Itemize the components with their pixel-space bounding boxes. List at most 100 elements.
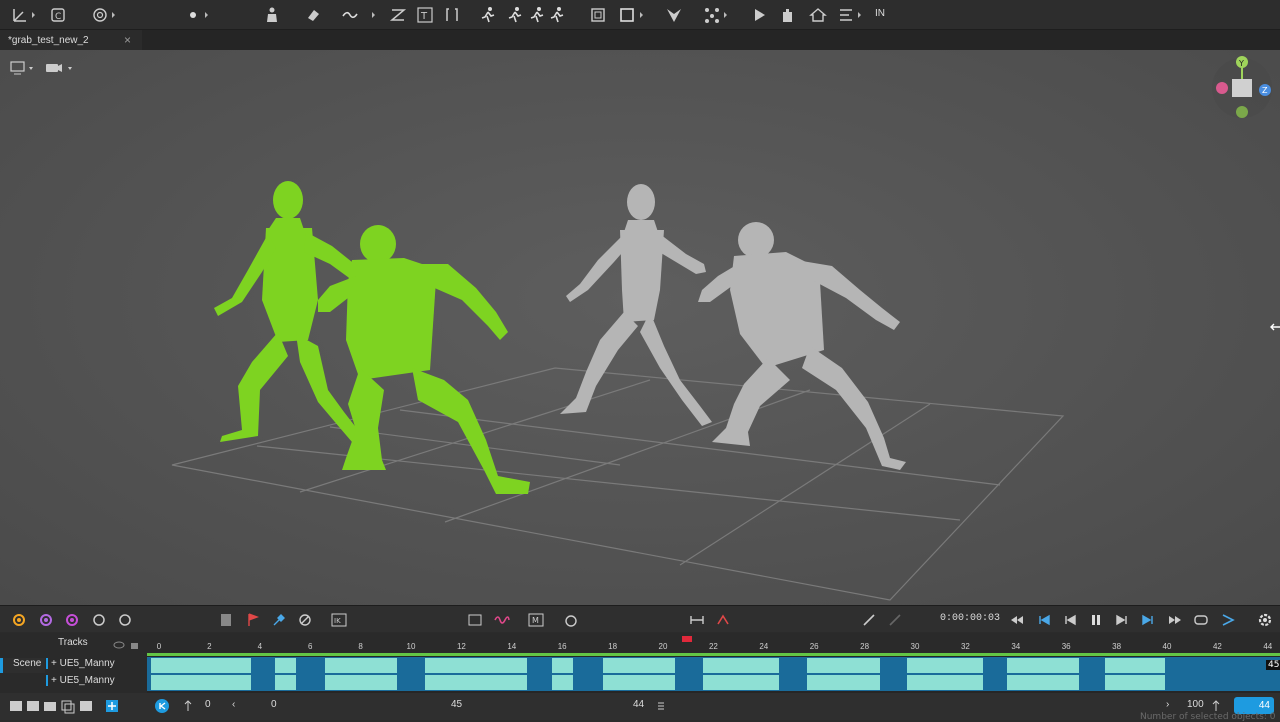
gear-purple-icon[interactable] bbox=[37, 611, 55, 629]
split-icon[interactable] bbox=[217, 611, 235, 629]
folder-icon[interactable] bbox=[42, 698, 58, 714]
key-segment[interactable] bbox=[603, 658, 675, 673]
prev-arrow[interactable]: ‹ bbox=[232, 699, 235, 710]
run-pose-3-icon[interactable] bbox=[527, 5, 547, 25]
skip-end-icon[interactable] bbox=[1139, 611, 1157, 629]
frame-icon[interactable] bbox=[588, 5, 608, 25]
track-label-manny-2[interactable]: + UE5_Manny bbox=[46, 675, 115, 686]
key-icon[interactable] bbox=[270, 611, 288, 629]
reload-icon[interactable] bbox=[90, 611, 108, 629]
next-frame-icon[interactable] bbox=[1113, 611, 1131, 629]
axis-tool-icon[interactable] bbox=[10, 5, 30, 25]
scene-label[interactable]: Scene bbox=[0, 658, 45, 673]
key-segment[interactable] bbox=[325, 675, 397, 690]
rewind-icon[interactable] bbox=[1008, 611, 1026, 629]
run-pose-2-icon[interactable] bbox=[505, 5, 525, 25]
key-segment[interactable] bbox=[1007, 658, 1079, 673]
key-segment[interactable] bbox=[703, 675, 779, 690]
no-icon[interactable] bbox=[296, 611, 314, 629]
gizmo-mode-icon[interactable]: C bbox=[48, 5, 68, 25]
align-icon[interactable] bbox=[836, 5, 856, 25]
save-icon[interactable] bbox=[8, 698, 24, 714]
run-pose-icon[interactable] bbox=[478, 5, 498, 25]
loop-icon[interactable] bbox=[1192, 611, 1210, 629]
key-segment[interactable] bbox=[703, 658, 779, 673]
play-shape-icon[interactable] bbox=[750, 5, 770, 25]
key-segment[interactable] bbox=[151, 675, 251, 690]
range-start-b-value[interactable]: 0 bbox=[271, 699, 277, 710]
point-icon[interactable] bbox=[185, 5, 205, 25]
key-segment[interactable] bbox=[425, 675, 527, 690]
loop-red-icon[interactable] bbox=[714, 611, 732, 629]
key-segment[interactable] bbox=[1105, 658, 1165, 673]
key-segment[interactable] bbox=[807, 675, 880, 690]
download-icon[interactable] bbox=[78, 698, 94, 714]
range-end-value[interactable]: 44 bbox=[633, 699, 644, 710]
gear-magenta-icon[interactable] bbox=[63, 611, 81, 629]
key-segment[interactable] bbox=[275, 658, 296, 673]
ik-toggle-icon[interactable]: IK bbox=[330, 611, 348, 629]
add-track-icon[interactable] bbox=[104, 698, 120, 714]
settings-gear-icon[interactable] bbox=[1256, 611, 1274, 629]
key-segment[interactable] bbox=[603, 675, 675, 690]
key-segment[interactable] bbox=[552, 658, 573, 673]
character-icon[interactable] bbox=[262, 5, 282, 25]
key-segment[interactable] bbox=[907, 658, 983, 673]
fit-icon[interactable] bbox=[466, 611, 484, 629]
auto-key-icon[interactable] bbox=[562, 611, 580, 629]
joints-icon[interactable] bbox=[702, 5, 722, 25]
key-segment[interactable] bbox=[807, 658, 880, 673]
range-mid-value[interactable]: 45 bbox=[451, 699, 462, 710]
orbit-icon[interactable] bbox=[90, 5, 110, 25]
current-time[interactable]: 0:00:00:03 bbox=[940, 613, 1000, 624]
eye-lock-icon[interactable] bbox=[113, 640, 141, 650]
key-segment[interactable] bbox=[907, 675, 983, 690]
menu-icon[interactable] bbox=[653, 698, 669, 714]
pin-icon[interactable] bbox=[860, 611, 878, 629]
in-toggle[interactable]: IN bbox=[875, 8, 885, 19]
tab-close-icon[interactable]: × bbox=[124, 33, 131, 47]
layers-icon[interactable] bbox=[25, 698, 41, 714]
next-arrow[interactable]: › bbox=[1166, 699, 1169, 710]
refresh-icon[interactable] bbox=[116, 611, 134, 629]
key-segment[interactable] bbox=[1007, 675, 1079, 690]
track-lane-1[interactable] bbox=[147, 657, 1280, 674]
tab-grab-test[interactable]: *grab_test_new_2 × bbox=[0, 30, 142, 50]
mirror-icon[interactable] bbox=[664, 5, 684, 25]
flag-icon[interactable] bbox=[244, 611, 262, 629]
key-segment[interactable] bbox=[151, 658, 251, 673]
key-segment[interactable] bbox=[552, 675, 573, 690]
hand-icon[interactable] bbox=[778, 5, 798, 25]
track-label-manny-1[interactable]: + UE5_Manny bbox=[46, 658, 115, 669]
gear-orange-icon[interactable] bbox=[10, 611, 28, 629]
fps-value[interactable]: 100 bbox=[1187, 699, 1204, 710]
eraser-icon[interactable] bbox=[303, 5, 323, 25]
box-icon[interactable] bbox=[617, 5, 637, 25]
play-mode-icon[interactable] bbox=[1219, 611, 1237, 629]
frame-ruler[interactable]: 0 2 4 6 8 10 12 14 16 18 20 22 24 26 28 30 32 34 36 38 40 42 4… bbox=[147, 633, 1280, 653]
track-row-2[interactable]: + UE5_Manny bbox=[0, 674, 147, 690]
range-start-arrows-icon[interactable] bbox=[180, 698, 196, 714]
copy-icon[interactable] bbox=[60, 698, 76, 714]
curve-icon[interactable] bbox=[340, 5, 360, 25]
key-segment[interactable] bbox=[275, 675, 296, 690]
3d-viewport[interactable]: Y Z bbox=[0, 50, 1280, 605]
bracket-icon[interactable] bbox=[442, 5, 462, 25]
run-pose-4-icon[interactable] bbox=[547, 5, 567, 25]
go-start-icon[interactable] bbox=[154, 698, 170, 714]
wave-icon[interactable] bbox=[493, 611, 511, 629]
playhead-marker[interactable] bbox=[682, 636, 692, 642]
m-toggle-icon[interactable]: M bbox=[527, 611, 545, 629]
skip-start-icon[interactable] bbox=[1035, 611, 1053, 629]
prev-frame-icon[interactable] bbox=[1061, 611, 1079, 629]
fast-forward-icon[interactable] bbox=[1166, 611, 1184, 629]
range-icon[interactable] bbox=[688, 611, 706, 629]
house-icon[interactable] bbox=[808, 5, 828, 25]
key-segment[interactable] bbox=[425, 658, 527, 673]
track-lane-2[interactable] bbox=[147, 674, 1280, 691]
key-segment[interactable] bbox=[325, 658, 397, 673]
text-icon[interactable]: T bbox=[415, 5, 435, 25]
track-row-1[interactable]: Scene + UE5_Manny bbox=[0, 657, 147, 673]
range-start-value[interactable]: 0 bbox=[205, 699, 211, 710]
path-icon[interactable] bbox=[388, 5, 408, 25]
